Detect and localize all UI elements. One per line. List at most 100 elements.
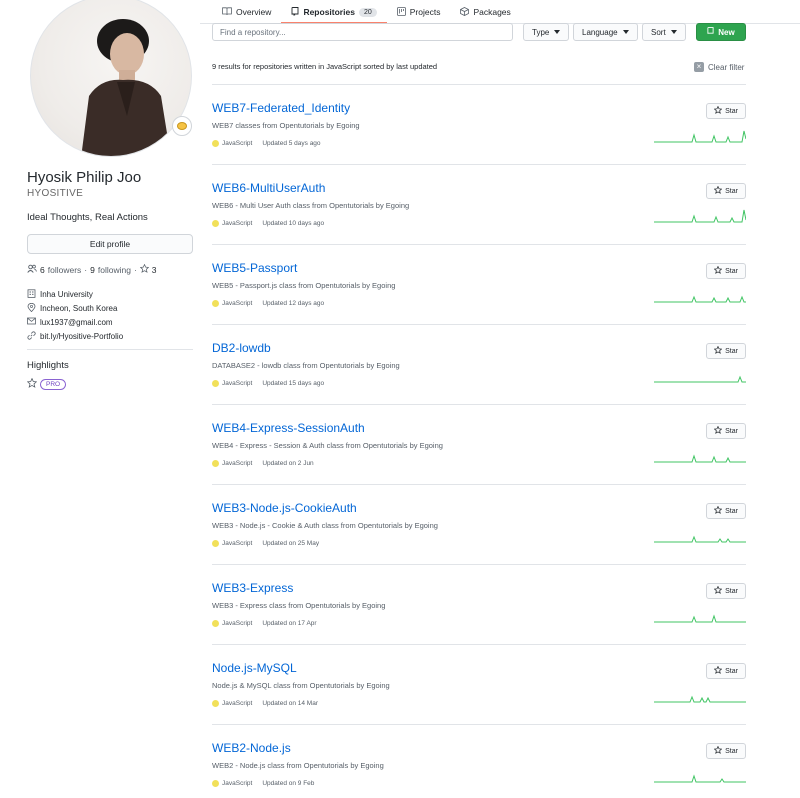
language-color-dot [212, 540, 219, 547]
star-button[interactable]: Star [706, 583, 746, 599]
repo-name-link[interactable]: WEB4-Express-SessionAuth [212, 421, 365, 435]
repo-name-link[interactable]: WEB5-Passport [212, 261, 297, 275]
star-label: Star [725, 267, 738, 275]
repo-description: DATABASE2 - lowdb class from Opentutoria… [212, 361, 400, 370]
language-color-dot [212, 700, 219, 707]
repo-meta: JavaScript Updated on 14 Mar [212, 700, 318, 707]
star-button[interactable]: Star [706, 263, 746, 279]
language-color-dot [212, 140, 219, 147]
activity-sparkline [654, 614, 746, 623]
repo-count-badge: 20 [358, 7, 377, 17]
sort-dropdown[interactable]: Sort [642, 23, 686, 41]
profile-organization: Inha University [27, 287, 123, 301]
profile-website[interactable]: bit.ly/Hyositive-Portfolio [27, 329, 123, 343]
star-icon [713, 585, 723, 596]
repo-language: JavaScript [222, 780, 253, 787]
clear-filter-button[interactable]: × Clear filter [694, 62, 744, 72]
activity-sparkline [654, 774, 746, 783]
repo-language: JavaScript [222, 300, 253, 307]
star-button[interactable]: Star [706, 503, 746, 519]
profile-username: HYOSITIVE [27, 188, 84, 199]
language-color-dot [212, 460, 219, 467]
repo-updated: Updated on 25 May [262, 540, 320, 547]
separator-dot: · [133, 264, 137, 275]
language-color-dot [212, 620, 219, 627]
repo-name-link[interactable]: Node.js-MySQL [212, 661, 297, 675]
list-item: WEB4-Express-SessionAuth WEB4 - Express … [212, 405, 746, 485]
star-button[interactable]: Star [706, 183, 746, 199]
star-button[interactable]: Star [706, 743, 746, 759]
followers-count[interactable]: 6 [40, 265, 45, 275]
highlights-list: PRO [26, 377, 67, 390]
repo-language: JavaScript [222, 540, 253, 547]
list-item: WEB2-Node.js WEB2 - Node.js class from O… [212, 725, 746, 798]
edit-profile-button[interactable]: Edit profile [27, 234, 193, 254]
repo-description: Node.js & MySQL class from Opentutorials… [212, 681, 390, 690]
repo-updated: Updated on 9 Feb [262, 780, 315, 787]
people-icon [27, 264, 37, 275]
star-button[interactable]: Star [706, 343, 746, 359]
chevron-down-icon [554, 30, 561, 34]
activity-sparkline [654, 295, 746, 303]
stars-count[interactable]: 3 [152, 265, 157, 275]
tab-repositories[interactable]: Repositories 20 [281, 0, 388, 24]
tab-packages[interactable]: Packages [450, 0, 520, 24]
following-count[interactable]: 9 [90, 265, 95, 275]
close-icon: × [694, 62, 704, 72]
profile-details: Inha University Incheon, South Korea lux… [27, 287, 123, 343]
repo-meta: JavaScript Updated on 25 May [212, 540, 319, 547]
language-dropdown[interactable]: Language [573, 23, 638, 41]
repo-meta: JavaScript Updated 15 days ago [212, 380, 324, 387]
new-repository-button[interactable]: New [696, 23, 746, 41]
star-label: Star [725, 427, 738, 435]
avatar[interactable] [30, 0, 192, 157]
list-item: Node.js-MySQL Node.js & MySQL class from… [212, 645, 746, 725]
repo-name-link[interactable]: WEB3-Express [212, 581, 293, 595]
repo-icon [291, 6, 299, 18]
type-dropdown[interactable]: Type [523, 23, 570, 41]
repo-name-link[interactable]: WEB3-Node.js-CookieAuth [212, 501, 357, 515]
star-button[interactable]: Star [706, 423, 746, 439]
followers-label[interactable]: followers [48, 265, 82, 275]
star-icon [713, 505, 723, 516]
status-emoji-icon[interactable] [172, 116, 192, 136]
repo-meta: JavaScript Updated on 2 Jun [212, 460, 314, 467]
tab-overview[interactable]: Overview [212, 0, 281, 24]
tab-projects[interactable]: Projects [387, 0, 451, 24]
star-icon [26, 377, 38, 390]
language-color-dot [212, 300, 219, 307]
activity-sparkline [654, 130, 746, 143]
repo-name-link[interactable]: WEB7-Federated_Identity [212, 101, 350, 115]
following-label[interactable]: following [98, 265, 131, 275]
follow-stats: 6 followers · 9 following · 3 [27, 263, 157, 275]
repo-language: JavaScript [222, 460, 253, 467]
repo-meta: JavaScript Updated 5 days ago [212, 140, 321, 147]
separator-dot: · [84, 264, 88, 275]
clear-filter-label: Clear filter [708, 62, 745, 72]
repo-updated: Updated on 2 Jun [262, 460, 314, 467]
chevron-down-icon [670, 30, 677, 34]
repo-name-link[interactable]: WEB6-MultiUserAuth [212, 181, 325, 195]
search-input[interactable] [212, 23, 513, 41]
repo-language: JavaScript [222, 620, 253, 627]
list-item: WEB7-Federated_Identity WEB7 classes fro… [212, 85, 746, 165]
star-button[interactable]: Star [706, 103, 746, 119]
repo-updated: Updated 12 days ago [262, 300, 325, 307]
star-icon [713, 345, 723, 356]
repo-meta: JavaScript Updated on 9 Feb [212, 780, 314, 787]
repo-name-link[interactable]: WEB2-Node.js [212, 741, 291, 755]
profile-email[interactable]: lux1937@gmail.com [27, 315, 123, 329]
star-label: Star [725, 507, 738, 515]
email-link[interactable]: lux1937@gmail.com [40, 318, 113, 327]
avatar-photo [81, 19, 171, 156]
mail-icon [27, 317, 36, 327]
repo-name-link[interactable]: DB2-lowdb [212, 341, 271, 355]
activity-sparkline [654, 535, 746, 543]
star-icon [713, 185, 723, 196]
website-link[interactable]: bit.ly/Hyositive-Portfolio [40, 332, 123, 341]
star-button[interactable]: Star [706, 663, 746, 679]
star-label: Star [725, 747, 738, 755]
repo-meta: JavaScript Updated 10 days ago [212, 220, 324, 227]
organization-text: Inha University [40, 289, 93, 299]
tab-label: Projects [409, 7, 441, 17]
